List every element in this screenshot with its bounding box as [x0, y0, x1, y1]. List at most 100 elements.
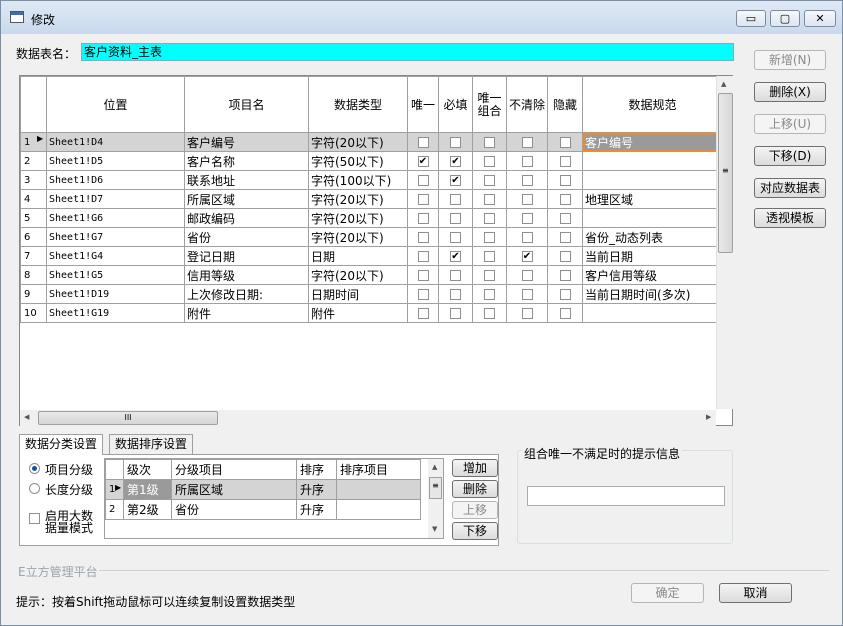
table-row[interactable]: 3 Sheet1!D6 联系地址 字符(100以下) ✔ [20, 170, 724, 190]
flag-checkbox[interactable] [559, 156, 571, 167]
flag-checkbox[interactable] [417, 194, 429, 205]
table-row[interactable]: 7 Sheet1!G4 登记日期 日期 ✔ ✔ 当前日期 [20, 246, 724, 266]
table-row[interactable]: 8 Sheet1!G5 信用等级 字符(20以下) 客户信用等级 [20, 265, 724, 285]
flag-checkbox[interactable] [559, 270, 571, 281]
row-number[interactable]: 8 [20, 265, 47, 285]
column-header[interactable]: 隐藏 [547, 76, 584, 133]
scroll-left-arrow-icon[interactable]: ◀ [24, 413, 29, 421]
data-rule-cell[interactable]: 客户信用等级 [582, 265, 724, 285]
position-cell[interactable]: Sheet1!D5 [46, 151, 185, 171]
table-row[interactable]: 2 第2级 省份 升序 [105, 499, 421, 520]
flag-checkbox[interactable] [417, 232, 429, 243]
data-rule-cell[interactable] [582, 170, 724, 190]
position-cell[interactable]: Sheet1!D7 [46, 189, 185, 209]
flag-checkbox[interactable] [417, 137, 429, 148]
flag-checkbox[interactable] [450, 308, 461, 319]
flag-checkbox[interactable] [484, 270, 495, 281]
flag-checkbox[interactable] [521, 270, 533, 281]
big-data-checkbox[interactable] [29, 513, 40, 524]
flag-checkbox[interactable] [521, 175, 533, 186]
flag-checkbox[interactable] [484, 289, 495, 300]
data-rule-cell[interactable] [582, 151, 724, 171]
grid-vertical-scroll-thumb[interactable]: ≡ [718, 93, 733, 253]
move-down-button[interactable]: 下移(D) [754, 146, 826, 166]
flag-checkbox[interactable] [450, 213, 461, 224]
level-down-button[interactable]: 下移 [452, 522, 498, 540]
scroll-down-arrow-icon[interactable]: ▼ [432, 525, 437, 533]
flag-checkbox[interactable] [559, 194, 571, 205]
data-type-cell[interactable]: 字符(20以下) [308, 227, 408, 247]
flag-checkbox[interactable] [450, 232, 461, 243]
table-row[interactable]: 5 Sheet1!G6 邮政编码 字符(20以下) [20, 208, 724, 228]
order-cell[interactable]: 升序 [296, 479, 337, 500]
column-header[interactable]: 数据类型 [308, 76, 408, 133]
flag-checkbox[interactable] [417, 213, 429, 224]
map-table-button[interactable]: 对应数据表 [754, 178, 826, 198]
table-row[interactable]: 1 ▶ Sheet1!D4 客户编号 字符(20以下) 客户编号 [20, 132, 724, 152]
position-cell[interactable]: Sheet1!G6 [46, 208, 185, 228]
column-header[interactable]: 项目名 [184, 76, 309, 133]
flag-checkbox[interactable] [484, 156, 495, 167]
level-cell[interactable]: 第1级 [123, 479, 172, 500]
row-number[interactable]: 5 [20, 208, 47, 228]
level-up-button[interactable]: 上移 [452, 501, 498, 519]
classify-vertical-scrollbar[interactable]: ▲ ≡ ▼ [428, 459, 443, 538]
flag-checkbox[interactable] [521, 232, 533, 243]
column-header[interactable]: 排序项目 [336, 459, 421, 480]
data-type-cell[interactable]: 日期时间 [308, 284, 408, 304]
flag-checkbox[interactable] [450, 270, 461, 281]
level-delete-button[interactable]: 删除 [452, 480, 498, 498]
combo-unique-message-input[interactable] [527, 486, 725, 506]
order-item-cell[interactable] [336, 499, 421, 520]
row-number[interactable]: 2 [20, 151, 47, 171]
flag-checkbox[interactable] [484, 232, 495, 243]
cancel-button[interactable]: 取消 [719, 583, 792, 603]
level-add-button[interactable]: 增加 [452, 459, 498, 477]
row-number[interactable]: 10 [20, 303, 47, 323]
flag-checkbox[interactable] [559, 232, 571, 243]
tab-sort[interactable]: 数据排序设置 [109, 434, 194, 454]
tab-classify[interactable]: 数据分类设置 [19, 434, 104, 455]
row-number[interactable]: 1 ▶ [20, 132, 47, 152]
position-cell[interactable]: Sheet1!D4 [46, 132, 185, 152]
item-name-cell[interactable]: 邮政编码 [184, 208, 309, 228]
row-number[interactable]: 6 [20, 227, 47, 247]
close-button[interactable]: ✕ [804, 10, 836, 27]
item-name-cell[interactable]: 上次修改日期: [184, 284, 309, 304]
flag-checkbox[interactable] [559, 308, 571, 319]
flag-checkbox[interactable] [417, 251, 429, 262]
data-rule-cell[interactable]: 省份_动态列表 [582, 227, 724, 247]
row-number[interactable]: 4 [20, 189, 47, 209]
column-header[interactable]: 排序 [296, 459, 337, 480]
flag-checkbox[interactable] [417, 308, 429, 319]
data-rule-cell[interactable] [582, 303, 724, 323]
item-name-cell[interactable]: 登记日期 [184, 246, 309, 266]
ok-button[interactable]: 确定 [631, 583, 704, 603]
flag-checkbox[interactable] [521, 156, 533, 167]
item-name-cell[interactable]: 联系地址 [184, 170, 309, 190]
table-row[interactable]: 4 Sheet1!D7 所属区域 字符(20以下) 地理区域 [20, 189, 724, 209]
data-type-cell[interactable]: 日期 [308, 246, 408, 266]
item-name-cell[interactable]: 客户名称 [184, 151, 309, 171]
flag-checkbox[interactable] [484, 213, 495, 224]
flag-checkbox[interactable] [450, 289, 461, 300]
add-button[interactable]: 新增(N) [754, 50, 826, 70]
order-cell[interactable]: 升序 [296, 499, 337, 520]
row-number[interactable]: 2 [105, 499, 124, 520]
flag-checkbox[interactable]: ✔ [450, 175, 461, 186]
flag-checkbox[interactable] [417, 175, 429, 186]
column-header[interactable]: 位置 [46, 76, 185, 133]
flag-checkbox[interactable] [559, 251, 571, 262]
flag-checkbox[interactable]: ✔ [417, 156, 429, 167]
column-header[interactable]: 唯一组合 [472, 76, 507, 133]
table-row[interactable]: 1 ▶ 第1级 所属区域 升序 [105, 479, 421, 500]
position-cell[interactable]: Sheet1!D6 [46, 170, 185, 190]
flag-checkbox[interactable]: ✔ [521, 251, 533, 262]
data-type-cell[interactable]: 字符(20以下) [308, 208, 408, 228]
flag-checkbox[interactable] [559, 137, 571, 148]
table-row[interactable]: 2 Sheet1!D5 客户名称 字符(50以下) ✔ ✔ [20, 151, 724, 171]
flag-checkbox[interactable] [559, 213, 571, 224]
item-name-cell[interactable]: 客户编号 [184, 132, 309, 152]
scroll-up-arrow-icon[interactable]: ▲ [432, 463, 437, 471]
position-cell[interactable]: Sheet1!G19 [46, 303, 185, 323]
